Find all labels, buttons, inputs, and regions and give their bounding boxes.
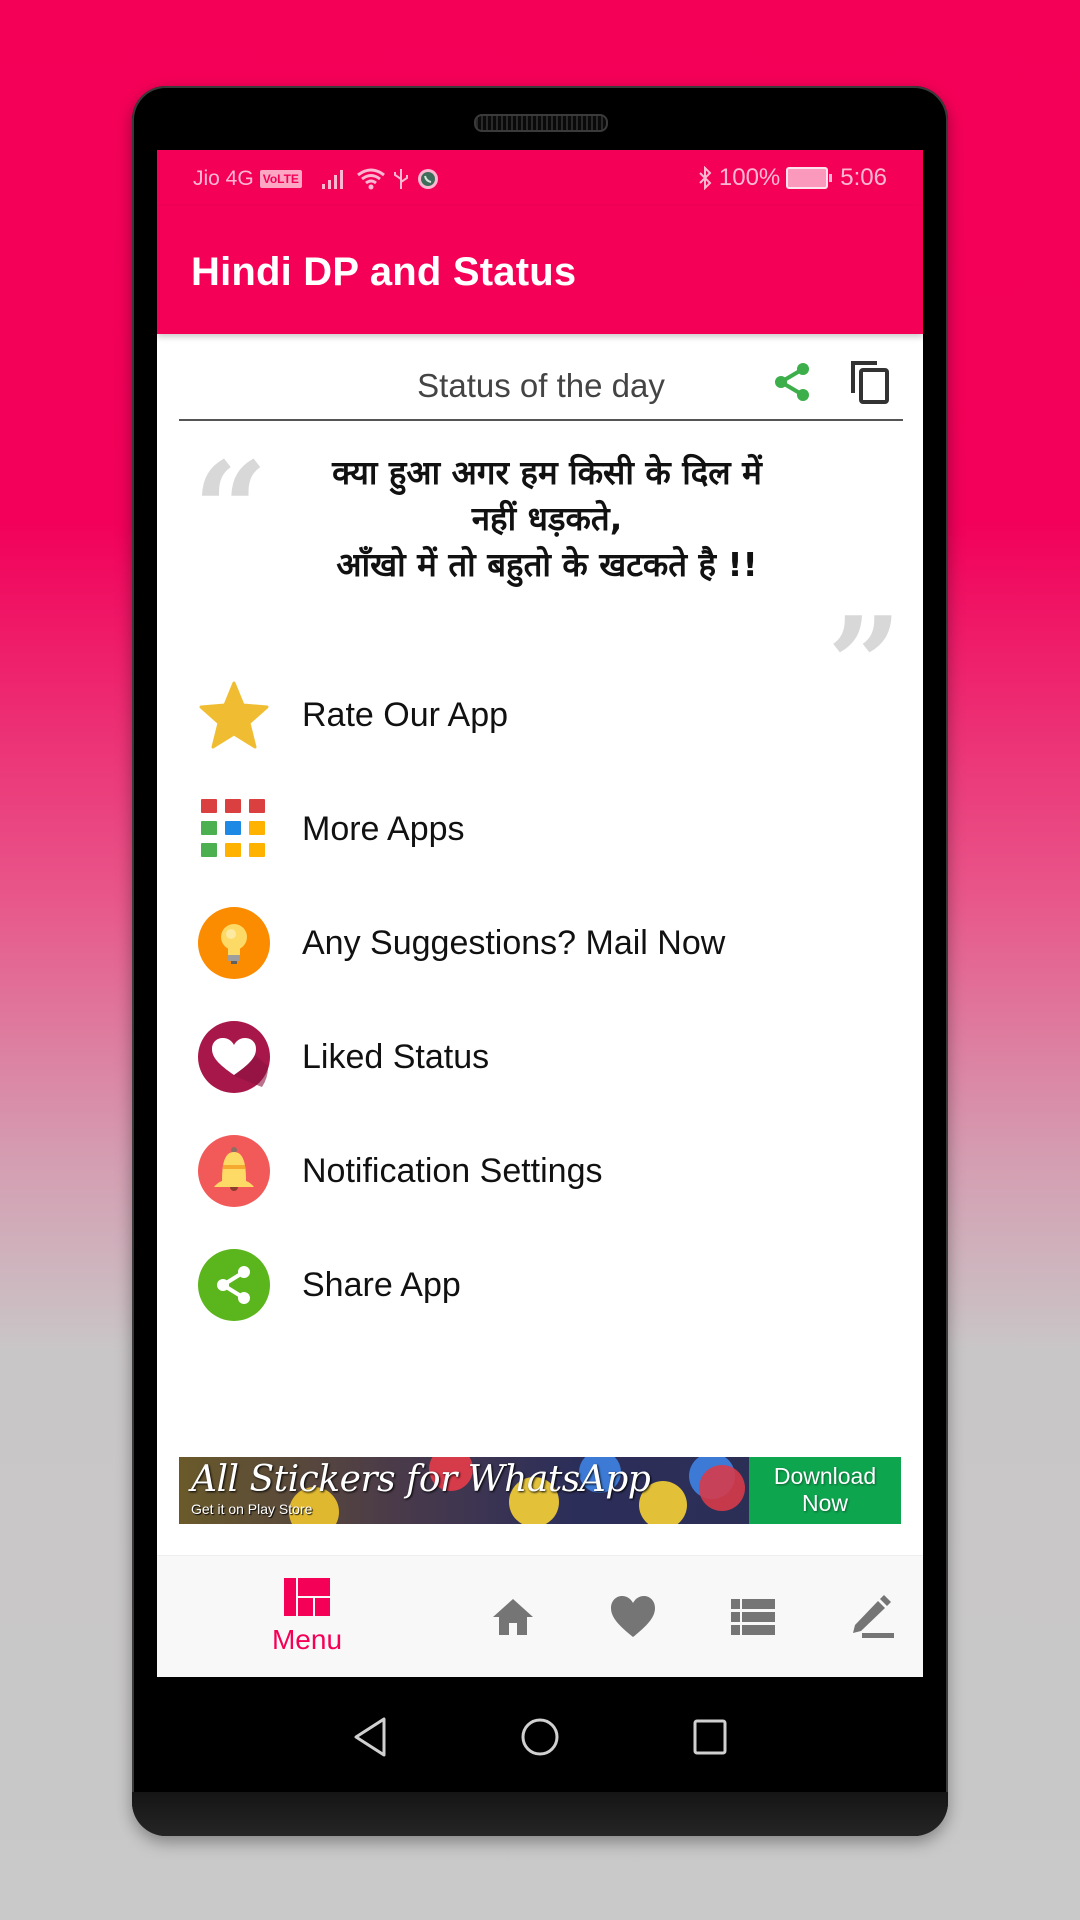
list-icon xyxy=(731,1599,775,1635)
recents-icon[interactable] xyxy=(680,1707,740,1767)
ad-cta-line: Download xyxy=(773,1463,877,1489)
ad-banner-title: All Stickers for WhatsApp xyxy=(191,1459,651,1500)
dashboard-icon xyxy=(284,1578,330,1616)
phone-frame: Jio 4G VoLTE 100% 5:06 Hindi DP and Stat… xyxy=(132,86,948,1836)
wifi-icon xyxy=(357,168,385,190)
menu-item-share-app[interactable]: Share App xyxy=(157,1228,923,1342)
menu-item-liked-status[interactable]: Liked Status xyxy=(157,1000,923,1114)
menu-item-label: Share App xyxy=(302,1265,461,1304)
phone-speaker xyxy=(474,114,608,132)
menu-item-label: Rate Our App xyxy=(302,695,509,734)
menu-item-label: Any Suggestions? Mail Now xyxy=(302,923,726,962)
nav-tab-favorites[interactable] xyxy=(593,1556,673,1677)
home-icon xyxy=(493,1599,533,1635)
clock-time: 5:06 xyxy=(840,164,887,191)
ad-download-button[interactable]: Download Now xyxy=(749,1457,901,1524)
usb-icon xyxy=(393,169,408,189)
quote-line: क्या हुआ अगर हम किसी के दिल में xyxy=(332,453,762,492)
battery-icon xyxy=(786,167,833,189)
copy-icon[interactable] xyxy=(849,359,891,405)
ad-banner[interactable]: All Stickers for WhatsApp Get it on Play… xyxy=(179,1457,901,1524)
nav-tab-home[interactable] xyxy=(473,1556,553,1677)
app-bar: Hindi DP and Status xyxy=(157,206,923,334)
bottom-navigation: Menu xyxy=(157,1555,923,1677)
bell-icon xyxy=(198,1135,270,1207)
app-screen: Jio 4G VoLTE 100% 5:06 Hindi DP and Stat… xyxy=(157,150,923,1677)
menu-item-label: Liked Status xyxy=(302,1037,490,1076)
status-bar: Jio 4G VoLTE 100% 5:06 xyxy=(157,150,923,206)
menu-item-more-apps[interactable]: More Apps xyxy=(157,772,923,886)
home-button-icon[interactable] xyxy=(510,1707,570,1767)
apps-grid-icon xyxy=(201,799,265,857)
bluetooth-icon xyxy=(699,166,712,190)
quote-line: आँखो में तो बहुतो के खटकते है !! xyxy=(336,545,758,584)
menu-item-label: More Apps xyxy=(302,809,465,848)
share-icon xyxy=(198,1249,270,1321)
ad-banner-subtitle: Get it on Play Store xyxy=(191,1501,313,1517)
menu-item-suggestions[interactable]: Any Suggestions? Mail Now xyxy=(157,886,923,1000)
nav-tab-edit[interactable] xyxy=(833,1556,913,1677)
heart-icon xyxy=(198,1021,270,1093)
quote-line: नहीं धड़कते, xyxy=(471,499,623,538)
signal-icon xyxy=(321,170,343,189)
edit-icon xyxy=(853,1595,894,1638)
whatsapp-icon xyxy=(417,169,438,189)
app-title: Hindi DP and Status xyxy=(191,250,577,294)
nav-tab-menu[interactable]: Menu xyxy=(247,1556,367,1677)
phone-chin xyxy=(132,1792,948,1836)
volte-badge: VoLTE xyxy=(259,170,302,188)
status-of-the-day-header: Status of the day xyxy=(179,345,903,421)
emoji-decoration xyxy=(699,1465,745,1511)
battery-percent: 100% xyxy=(718,164,781,191)
heart-icon xyxy=(611,1596,655,1637)
star-icon xyxy=(199,681,269,749)
ad-cta-line: Now xyxy=(801,1490,848,1516)
nav-tab-list[interactable] xyxy=(713,1556,793,1677)
menu-list: Rate Our App More Apps Any Suggestions? … xyxy=(157,658,923,1342)
lightbulb-icon xyxy=(198,907,270,979)
back-icon[interactable] xyxy=(342,1707,402,1767)
share-icon[interactable] xyxy=(771,361,813,403)
menu-item-notification-settings[interactable]: Notification Settings xyxy=(157,1114,923,1228)
menu-item-label: Notification Settings xyxy=(302,1151,603,1190)
menu-item-rate-app[interactable]: Rate Our App xyxy=(157,658,923,772)
android-navigation-bar xyxy=(132,1677,948,1792)
nav-tab-label: Menu xyxy=(271,1624,343,1655)
carrier-text: Jio 4G xyxy=(193,167,254,190)
status-quote-text[interactable]: क्या हुआ अगर हम किसी के दिल में नहीं धड़… xyxy=(247,450,847,588)
